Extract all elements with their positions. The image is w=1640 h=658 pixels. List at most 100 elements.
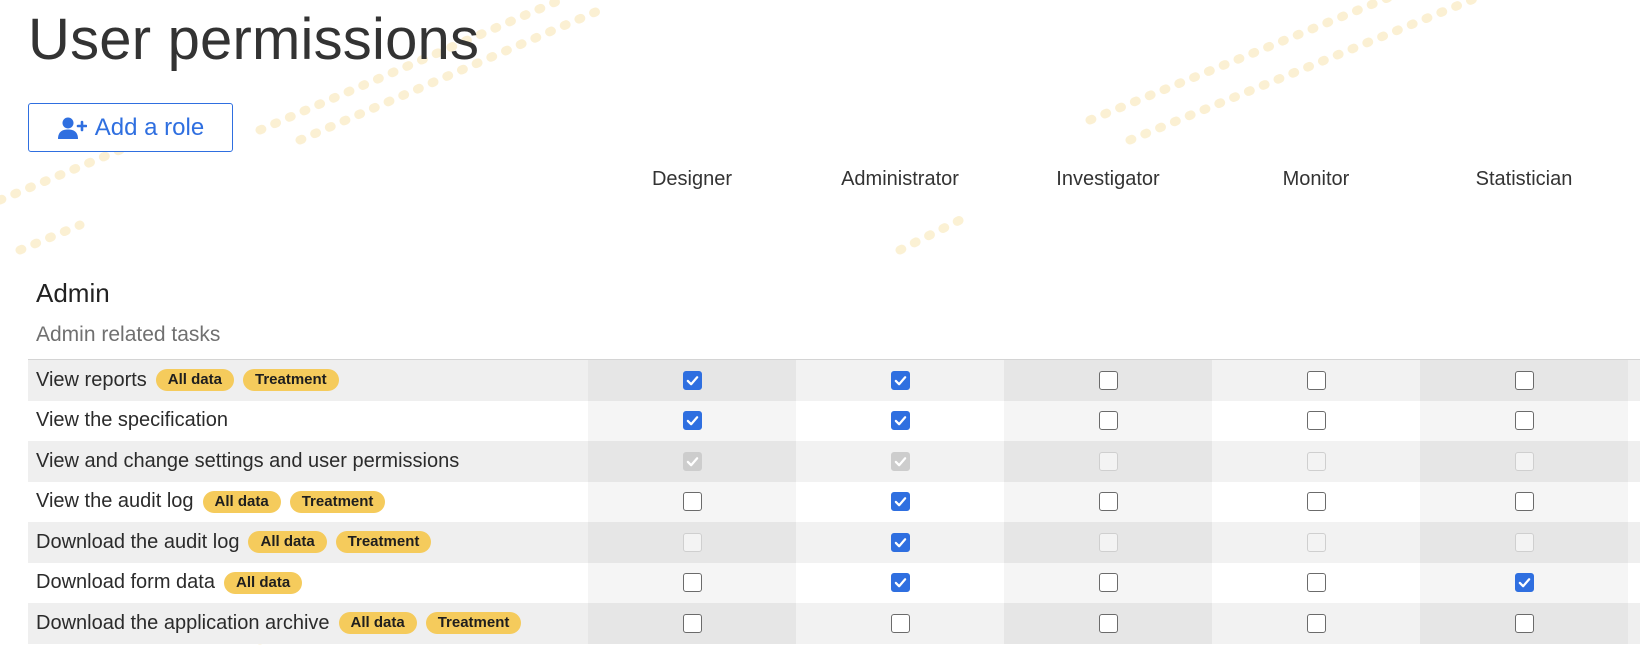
- permission-label: Download the audit log: [36, 530, 240, 553]
- permission-checkbox-investigator: [1098, 532, 1118, 552]
- permission-label: Download the application archive: [36, 611, 330, 634]
- permission-cell: [588, 360, 796, 401]
- permission-cell: [1420, 400, 1628, 441]
- permission-checkbox-designer[interactable]: [682, 492, 702, 512]
- scope-badge: All data: [155, 369, 234, 392]
- page-title: User permissions: [28, 7, 480, 72]
- add-role-label: Add a role: [94, 113, 205, 141]
- permission-cell: [796, 400, 1004, 441]
- permission-cell: [1004, 441, 1212, 482]
- permission-checkbox-monitor: [1306, 532, 1326, 552]
- permission-checkbox-statistician[interactable]: [1514, 492, 1534, 512]
- permission-checkbox-statistician[interactable]: [1514, 573, 1534, 593]
- permissions-table: View reports All data Treatment View the sp…: [28, 359, 1640, 644]
- permission-cell: [1212, 603, 1420, 644]
- permission-checkbox-designer[interactable]: [682, 370, 702, 390]
- permission-cell: [1212, 562, 1420, 603]
- permission-cell: [1420, 441, 1628, 482]
- permission-checkbox-administrator[interactable]: [890, 573, 910, 593]
- permission-cell: [1212, 522, 1420, 563]
- permission-checkbox-investigator[interactable]: [1098, 370, 1118, 390]
- role-header-statistician: Statistician: [1475, 168, 1573, 190]
- permission-checkbox-statistician[interactable]: [1514, 370, 1534, 390]
- row-filler: [1628, 400, 1640, 441]
- permission-checkbox-administrator[interactable]: [890, 492, 910, 512]
- permission-checkbox-statistician[interactable]: [1514, 411, 1534, 431]
- permission-checkbox-investigator[interactable]: [1098, 492, 1118, 512]
- permission-checkbox-statistician: [1514, 532, 1534, 552]
- permission-cell: [1004, 400, 1212, 441]
- permission-row: Download form data All data: [28, 562, 1640, 603]
- permission-cell: [796, 562, 1004, 603]
- permission-cell: [1004, 603, 1212, 644]
- permission-checkbox-monitor[interactable]: [1306, 492, 1326, 512]
- permission-checkbox-designer: [682, 532, 702, 552]
- role-header-investigator: Investigator: [1056, 168, 1160, 190]
- scope-badge: All data: [223, 571, 303, 594]
- permission-checkbox-administrator[interactable]: [890, 411, 910, 431]
- scope-badge: Treatment: [425, 612, 522, 635]
- checkmark-icon: [894, 456, 906, 467]
- permission-cell: [1004, 562, 1212, 603]
- checkmark-icon: [686, 456, 698, 467]
- row-filler: [1628, 441, 1640, 482]
- permission-label-cell: View and change settings and user permis…: [28, 441, 588, 482]
- permission-cell: [796, 360, 1004, 401]
- permission-cell: [588, 522, 796, 563]
- permission-cell: [588, 400, 796, 441]
- permission-checkbox-investigator[interactable]: [1098, 573, 1118, 593]
- scope-badge: All data: [338, 612, 417, 635]
- permission-row: View the audit log All data Treatment: [28, 481, 1640, 522]
- permission-cell: [588, 441, 796, 482]
- permission-label-cell: View the audit log All data Treatment: [28, 481, 588, 522]
- permission-cell: [1212, 481, 1420, 522]
- permission-checkbox-administrator: [890, 451, 910, 471]
- permission-row: Download the audit log All data Treatment: [28, 522, 1640, 563]
- permission-cell: [588, 562, 796, 603]
- permission-checkbox-designer[interactable]: [682, 573, 702, 593]
- permission-cell: [1212, 400, 1420, 441]
- permission-cell: [588, 481, 796, 522]
- permission-checkbox-monitor: [1306, 451, 1326, 471]
- permission-checkbox-administrator[interactable]: [890, 370, 910, 390]
- scope-badge: All data: [248, 531, 327, 554]
- permission-checkbox-administrator[interactable]: [890, 532, 910, 552]
- permission-cell: [796, 481, 1004, 522]
- permission-checkbox-designer: [682, 451, 702, 471]
- permission-label: View the audit log: [36, 490, 194, 513]
- permission-checkbox-monitor[interactable]: [1306, 411, 1326, 431]
- permission-checkbox-investigator: [1098, 451, 1118, 471]
- role-header-administrator: Administrator: [841, 168, 959, 190]
- permission-row: View the specification: [28, 400, 1640, 441]
- permission-checkbox-designer[interactable]: [682, 613, 702, 633]
- permission-checkbox-designer[interactable]: [682, 411, 702, 431]
- checkmark-icon: [686, 375, 698, 386]
- permission-checkbox-monitor[interactable]: [1306, 613, 1326, 633]
- permission-cell: [1004, 360, 1212, 401]
- scope-badge: Treatment: [242, 369, 339, 392]
- permission-checkbox-investigator[interactable]: [1098, 613, 1118, 633]
- permission-checkbox-monitor[interactable]: [1306, 370, 1326, 390]
- checkmark-icon: [686, 416, 698, 426]
- permission-checkbox-investigator[interactable]: [1098, 411, 1118, 431]
- permission-label-cell: Download the audit log All data Treatment: [28, 522, 588, 563]
- checkmark-icon: [894, 497, 906, 507]
- permission-checkbox-administrator[interactable]: [890, 613, 910, 633]
- permission-cell: [796, 441, 1004, 482]
- checkmark-icon: [894, 578, 906, 588]
- permission-label-cell: View the specification: [28, 400, 588, 441]
- add-role-button[interactable]: Add a role: [28, 103, 233, 152]
- permission-checkbox-monitor[interactable]: [1306, 573, 1326, 593]
- checkmark-icon: [1518, 578, 1530, 588]
- permission-row: View reports All data Treatment: [28, 360, 1640, 401]
- permission-label: View reports: [36, 368, 147, 391]
- role-header-monitor: Monitor: [1282, 168, 1350, 190]
- permission-checkbox-statistician[interactable]: [1514, 613, 1534, 633]
- row-filler: [1628, 360, 1640, 401]
- permission-cell: [1420, 481, 1628, 522]
- permission-cell: [588, 603, 796, 644]
- scope-badge: All data: [202, 490, 281, 513]
- permission-label-cell: View reports All data Treatment: [28, 360, 588, 401]
- permission-cell: [796, 522, 1004, 563]
- user-plus-icon: [57, 117, 87, 139]
